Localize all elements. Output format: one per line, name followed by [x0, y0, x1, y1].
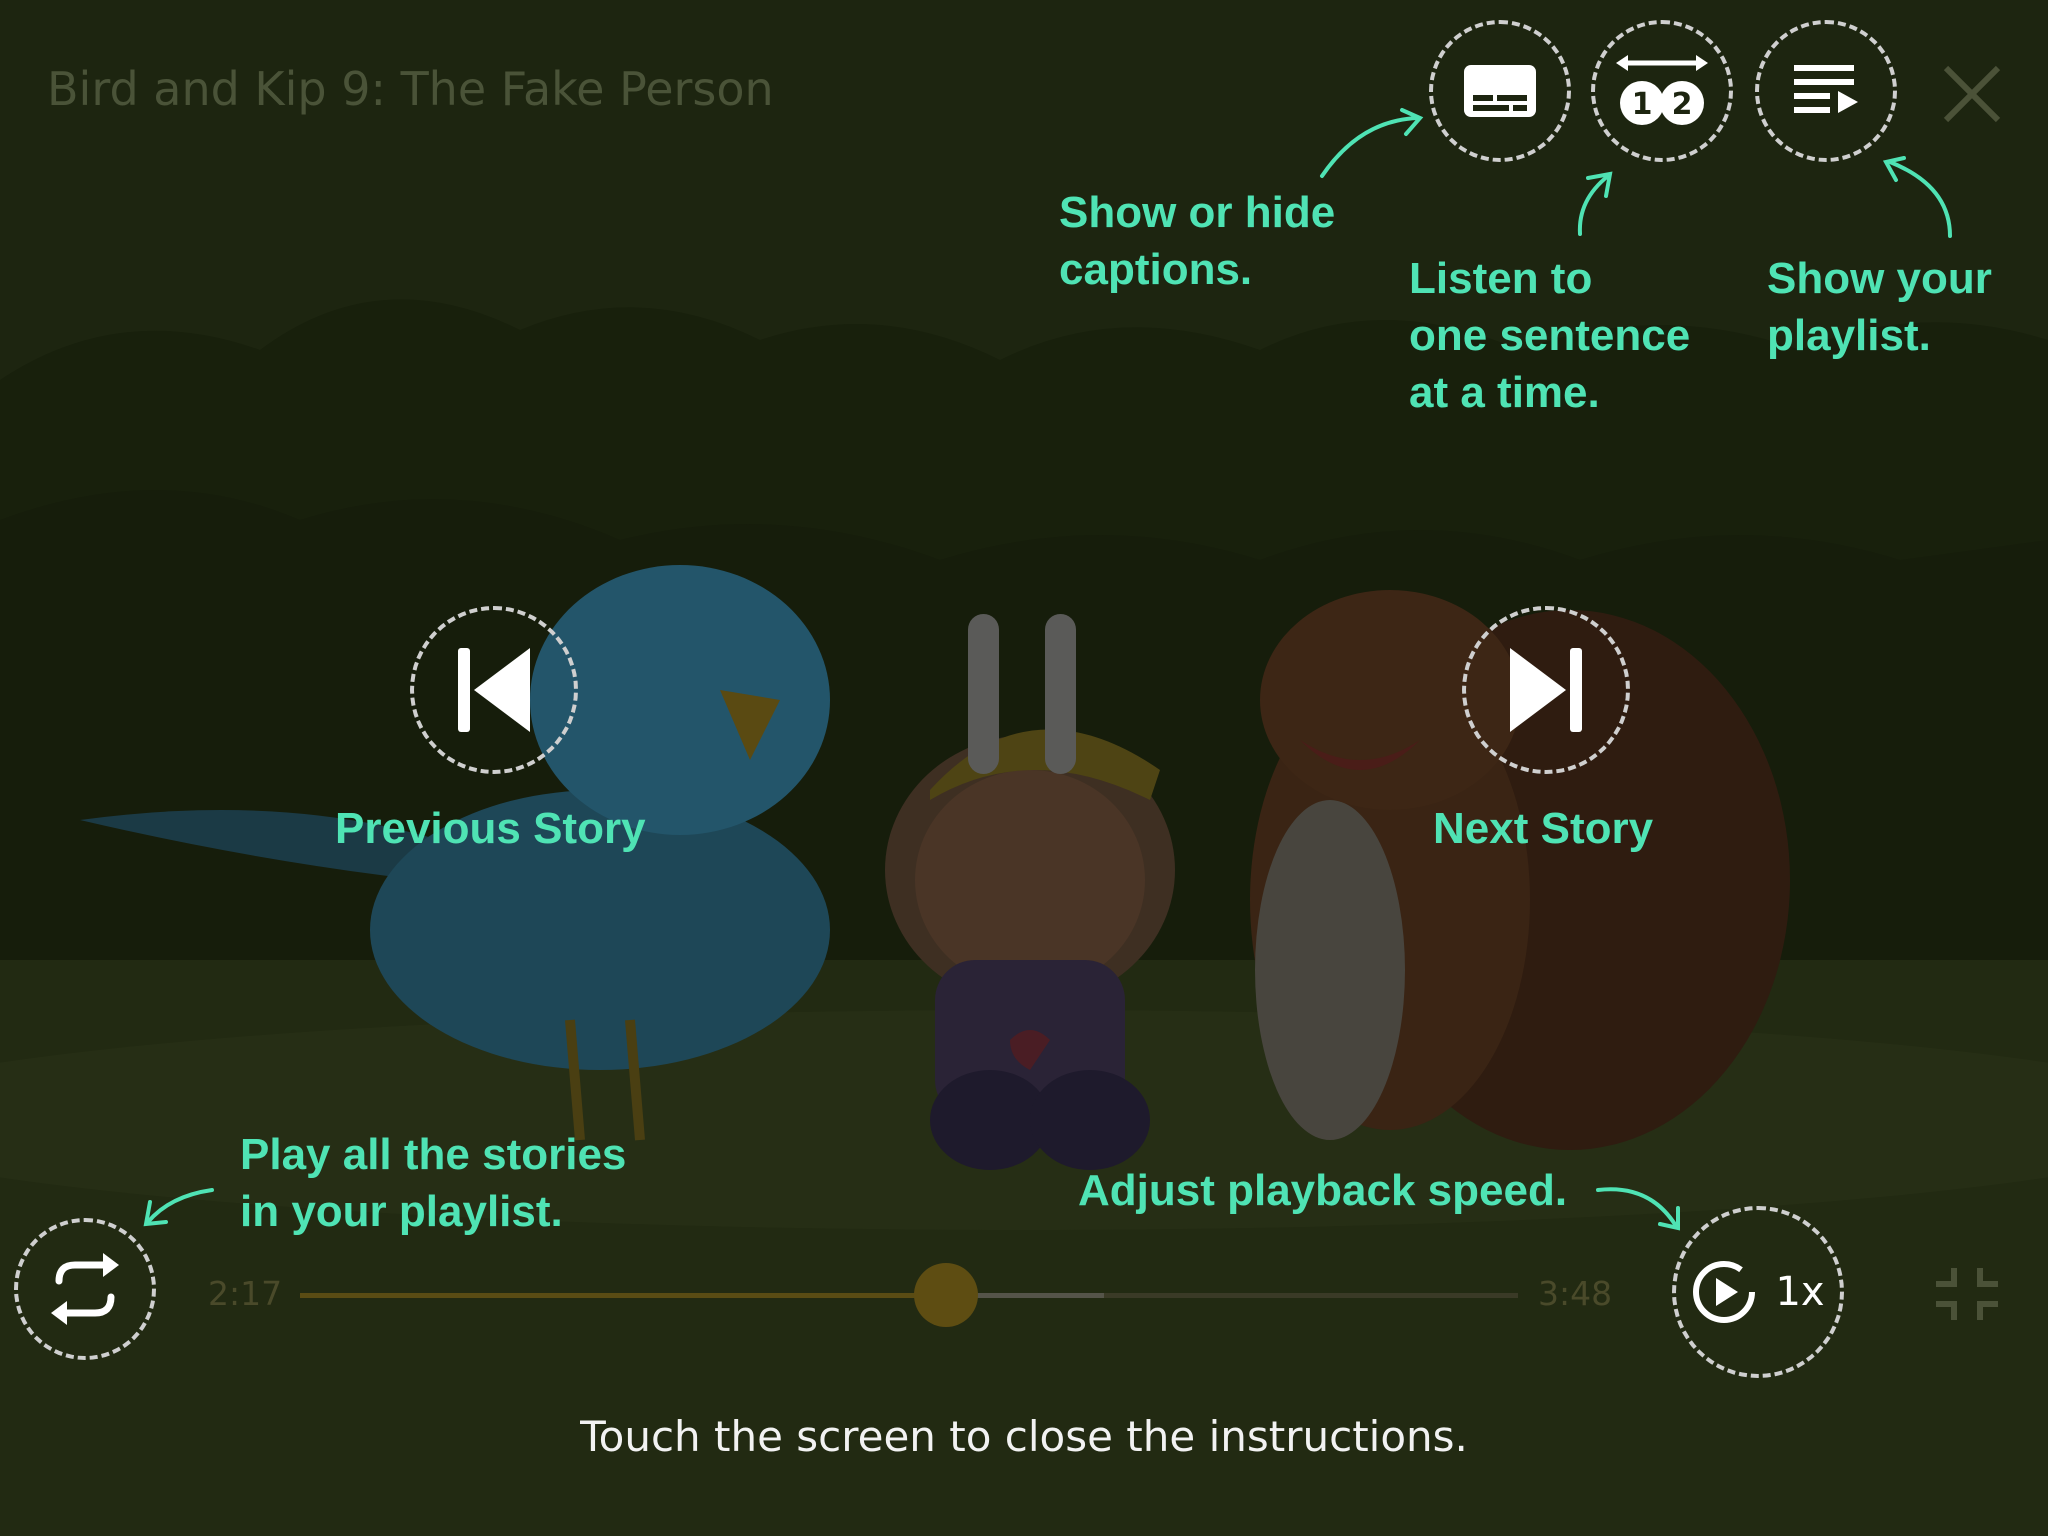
current-time: 2:17 — [208, 1274, 283, 1313]
total-time: 3:48 — [1538, 1274, 1613, 1313]
exit-fullscreen-icon[interactable] — [1934, 1266, 2000, 1322]
repeat-icon — [51, 1253, 119, 1325]
sentence-tip: Listen to one sentence at a time. — [1409, 254, 1691, 417]
previous-story-button[interactable] — [410, 606, 578, 774]
previous-icon — [458, 648, 530, 732]
playlist-tip: Show your playlist. — [1767, 254, 1992, 360]
progress-track[interactable] — [300, 1293, 1518, 1298]
next-tip: Next Story — [1433, 804, 1654, 853]
repeat-all-button[interactable] — [14, 1218, 156, 1360]
close-instructions-hint[interactable]: Touch the screen to close the instructio… — [0, 1412, 2048, 1461]
played-bar — [300, 1293, 946, 1298]
speed-label: 1x — [1775, 1269, 1825, 1315]
repeat-tip: Play all the stories in your playlist. — [240, 1130, 627, 1236]
previous-tip: Previous Story — [335, 804, 646, 853]
next-icon — [1510, 648, 1582, 732]
progress-handle[interactable] — [913, 1263, 978, 1327]
playback-speed-button[interactable]: 1x — [1672, 1206, 1844, 1378]
speed-icon — [1693, 1261, 1756, 1323]
captions-tip: Show or hide captions. — [1059, 188, 1336, 294]
next-story-button[interactable] — [1462, 606, 1630, 774]
speed-tip: Adjust playback speed. — [1078, 1166, 1568, 1215]
